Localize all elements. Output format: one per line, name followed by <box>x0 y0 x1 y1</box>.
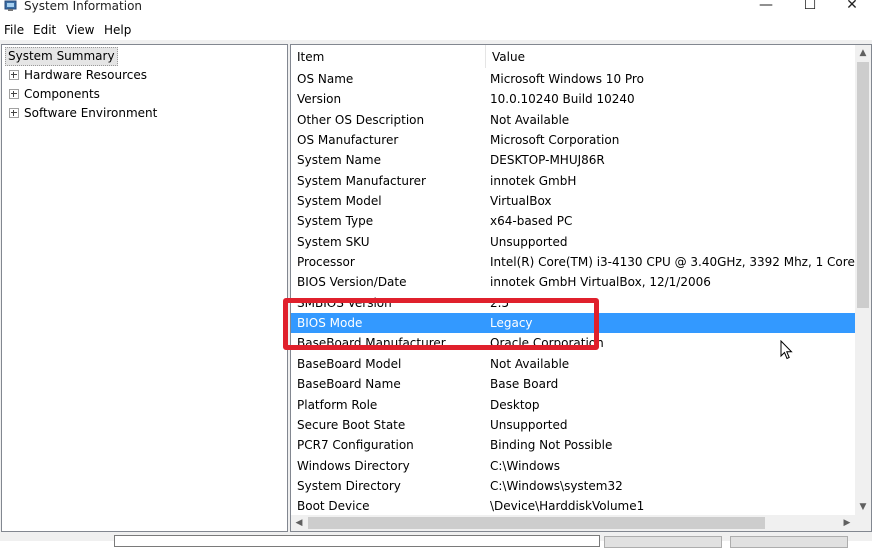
tree-item-label: Hardware Resources <box>24 68 148 82</box>
row-item-cell: OS Name <box>297 72 354 86</box>
row-value-cell: 10.0.10240 Build 10240 <box>490 92 635 107</box>
row-item-cell: System Name <box>297 153 381 168</box>
table-row[interactable]: OS Name Microsoft Windows 10 Pro <box>291 69 855 89</box>
row-value-cell: Not Available <box>490 356 570 371</box>
table-row[interactable]: PCR7 Configuration Binding Not Possible <box>291 435 855 455</box>
window-title: System Information <box>24 0 143 13</box>
scrollbar-corner <box>855 515 871 531</box>
row-item-cell: OS Manufacturer <box>297 133 399 148</box>
row-item-cell: Platform Role <box>297 397 378 412</box>
category-tree[interactable]: System Summary Hardware Resources Compon… <box>1 44 288 532</box>
expand-icon[interactable] <box>9 107 19 118</box>
table-row[interactable]: BaseBoard Model Not Available <box>291 354 855 374</box>
row-value-cell: Unsupported <box>490 234 568 249</box>
table-row[interactable]: Windows Directory C:\Windows <box>291 456 855 476</box>
row-value-cell: Intel(R) Core(TM) i3-4130 CPU @ 3.40GHz,… <box>490 255 872 270</box>
table-row[interactable]: Version 10.0.10240 Build 10240 <box>291 89 855 109</box>
table-row[interactable]: BIOS Version/Date innotek GmbH VirtualBox… <box>291 272 855 292</box>
scroll-left-arrow-icon[interactable]: ◀ <box>291 515 307 531</box>
menu-view[interactable]: View <box>66 22 94 38</box>
row-item-cell: PCR7 Configuration <box>297 438 414 453</box>
row-value-cell: innotek GmbH <box>490 173 577 188</box>
row-item-cell: System Type <box>297 214 374 229</box>
tree-item-components[interactable]: Components <box>9 86 100 103</box>
menu-file[interactable]: File <box>4 22 24 38</box>
scroll-down-arrow-icon[interactable]: ▼ <box>855 499 871 515</box>
horizontal-scrollbar[interactable]: ◀ ▶ <box>291 515 855 531</box>
row-item-cell: Version <box>297 92 342 107</box>
row-value-cell: DESKTOP-MHUJ86R <box>490 153 605 168</box>
row-value-cell: Base Board <box>490 377 559 392</box>
close-find-button[interactable] <box>730 536 848 548</box>
row-value-cell: x64-based PC <box>490 214 573 229</box>
table-row[interactable]: System Directory C:\Windows\system32 <box>291 476 855 496</box>
close-button[interactable]: ✕ <box>830 0 872 16</box>
find-button[interactable] <box>604 536 722 548</box>
column-header-item[interactable]: Item <box>291 45 485 68</box>
maximize-button[interactable]: ☐ <box>788 0 832 16</box>
row-value-cell: C:\Windows <box>490 458 561 473</box>
title-bar: System Information — ☐ ✕ <box>0 0 872 18</box>
row-item-cell: Boot Device <box>297 499 370 514</box>
scroll-up-arrow-icon[interactable]: ▲ <box>855 45 871 61</box>
row-item-cell: BaseBoard Name <box>297 377 401 392</box>
tree-item-system-summary[interactable]: System Summary <box>5 47 118 66</box>
details-list[interactable]: Item Value OS Name Microsoft Windows 10 P… <box>290 44 872 532</box>
tree-item-hardware-resources[interactable]: Hardware Resources <box>9 67 147 84</box>
row-item-cell: Windows Directory <box>297 458 410 473</box>
row-item-cell: Secure Boot State <box>297 417 406 432</box>
row-value-cell: Binding Not Possible <box>490 438 613 453</box>
list-header: Item Value <box>291 45 855 68</box>
row-value-cell: Microsoft Corporation <box>490 133 620 148</box>
find-what-input[interactable] <box>114 535 600 547</box>
expand-icon[interactable] <box>9 88 19 99</box>
row-value-cell: Unsupported <box>490 417 568 432</box>
table-row[interactable]: Platform Role Desktop <box>291 395 855 415</box>
menu-edit[interactable]: Edit <box>33 22 56 38</box>
menu-help[interactable]: Help <box>104 22 131 38</box>
table-row[interactable]: Boot Device \Device\HarddiskVolume1 <box>291 496 855 516</box>
row-item-cell: System SKU <box>297 234 370 249</box>
tree-item-label: Software Environment <box>24 106 158 120</box>
row-item-cell: System Model <box>297 194 382 209</box>
table-row[interactable]: OS Manufacturer Microsoft Corporation <box>291 130 855 150</box>
vertical-scrollbar[interactable]: ▲ ▼ <box>855 45 871 515</box>
horizontal-scroll-thumb[interactable] <box>308 517 765 529</box>
system-information-app-icon <box>4 0 17 11</box>
vertical-scroll-thumb[interactable] <box>857 62 869 308</box>
row-item-cell: System Manufacturer <box>297 173 426 188</box>
row-item-cell: Processor <box>297 255 355 270</box>
table-row[interactable]: Other OS Description Not Available <box>291 110 855 130</box>
row-value-cell: VirtualBox <box>490 194 552 209</box>
table-row[interactable]: System Model VirtualBox <box>291 191 855 211</box>
row-item-cell: BIOS Version/Date <box>297 275 407 290</box>
table-row[interactable]: System Name DESKTOP-MHUJ86R <box>291 150 855 170</box>
column-header-value[interactable]: Value <box>485 45 855 68</box>
annotation-highlight-box <box>283 298 599 350</box>
scroll-right-arrow-icon[interactable]: ▶ <box>839 515 855 531</box>
table-row[interactable]: System SKU Unsupported <box>291 232 855 252</box>
table-row[interactable]: BaseBoard Name Base Board <box>291 374 855 394</box>
row-value-cell: innotek GmbH VirtualBox, 12/1/2006 <box>490 275 711 290</box>
mouse-cursor-icon <box>780 340 793 360</box>
table-row[interactable]: Processor Intel(R) Core(TM) i3-4130 CPU @… <box>291 252 871 272</box>
row-value-cell: Desktop <box>490 397 540 412</box>
table-row[interactable]: System Manufacturer innotek GmbH <box>291 171 855 191</box>
row-item-cell: Other OS Description <box>297 112 425 127</box>
table-row[interactable]: System Type x64-based PC <box>291 211 855 231</box>
expand-icon[interactable] <box>9 69 19 80</box>
row-value-cell: Microsoft Windows 10 Pro <box>490 72 644 86</box>
table-row[interactable]: Secure Boot State Unsupported <box>291 415 855 435</box>
row-item-cell: BaseBoard Model <box>297 356 402 371</box>
tree-item-label: Components <box>24 87 100 101</box>
row-item-cell: System Directory <box>297 478 401 493</box>
row-value-cell: Not Available <box>490 112 570 127</box>
tree-item-software-environment[interactable]: Software Environment <box>9 105 157 122</box>
minimize-button[interactable]: — <box>744 0 788 16</box>
row-value-cell: \Device\HarddiskVolume1 <box>490 499 645 514</box>
row-value-cell: C:\Windows\system32 <box>490 478 623 493</box>
list-rows: OS Name Microsoft Windows 10 Pro Version 10… <box>291 69 871 517</box>
menu-bar: File Edit View Help <box>0 19 872 40</box>
